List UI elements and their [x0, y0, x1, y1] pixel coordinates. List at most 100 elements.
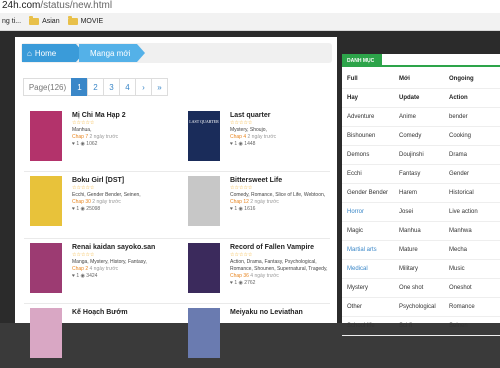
category-link-school-life[interactable]: School life — [347, 323, 375, 329]
rating-stars[interactable]: ☆☆☆☆☆ — [72, 185, 182, 192]
manga-title[interactable]: Mị Chi Ma Hạp 2 — [72, 111, 182, 120]
category-link-ongoing[interactable]: Ongoing — [449, 76, 474, 82]
rating-stars[interactable]: ☆☆☆☆☆ — [230, 120, 340, 127]
manga-title[interactable]: Meiyaku no Leviathan — [230, 308, 340, 317]
manga-title[interactable]: Record of Fallen Vampire — [230, 243, 340, 252]
manga-cover[interactable] — [30, 243, 62, 293]
category-link-magic[interactable]: Magic — [347, 228, 363, 234]
category-link-ecchi[interactable]: Ecchi — [347, 171, 362, 177]
page-last[interactable]: » — [151, 78, 168, 96]
manga-chapter: Chap 30 2 ngày trước — [72, 199, 182, 206]
bookmark-asian[interactable]: Asian — [29, 16, 60, 25]
manga-title[interactable]: Renai kaidan sayoko.san — [72, 243, 182, 252]
category-link-mới[interactable]: Mới — [399, 76, 410, 82]
category-link-cooking[interactable]: Cooking — [449, 133, 471, 139]
category-link-gender[interactable]: Gender — [449, 171, 469, 177]
category-link-music[interactable]: Music — [449, 266, 465, 272]
category-link-bishounen[interactable]: Bishounen — [347, 133, 375, 139]
chapter-link[interactable]: Chap 12 — [230, 199, 250, 205]
category-link-josei[interactable]: Josei — [399, 209, 413, 215]
bookmark-movie[interactable]: MOVIE — [67, 16, 103, 25]
manga-cover[interactable]: LAST QUARTER — [188, 111, 220, 161]
page-2[interactable]: 2 — [87, 78, 104, 96]
category-link-manhua[interactable]: Manhua — [399, 228, 421, 234]
category-link-seinen[interactable]: Seinen — [449, 323, 468, 329]
page-4[interactable]: 4 — [119, 78, 136, 96]
bookmark-1[interactable]: ng ti... — [2, 18, 21, 25]
category-link-demons[interactable]: Demons — [347, 152, 369, 158]
category-link-mecha[interactable]: Mecha — [449, 247, 467, 253]
category-link-one-shot[interactable]: One shot — [399, 285, 423, 291]
category-link-historical[interactable]: Historical — [449, 190, 474, 196]
manga-item[interactable]: Mị Chi Ma Hạp 2 ☆☆☆☆☆ Manhua, Chap 7 2 ngày… — [30, 111, 182, 171]
rating-stars[interactable]: ☆☆☆☆☆ — [72, 252, 182, 259]
category-link-mystery[interactable]: Mystery — [347, 285, 368, 291]
views-count: ◉ 3424 — [80, 273, 98, 279]
manga-item[interactable]: Bittersweet Life ☆☆☆☆☆ Comedy, Romance, Sl… — [188, 176, 340, 236]
manga-title[interactable]: Bittersweet Life — [230, 176, 340, 185]
category-link-romance[interactable]: Romance — [449, 304, 475, 310]
manga-cover[interactable] — [188, 308, 220, 358]
category-link-update[interactable]: Update — [399, 95, 419, 101]
category-link-harem[interactable]: Harem — [399, 190, 417, 196]
manga-genres: Mystery, Shoujo, — [230, 127, 267, 133]
manga-item[interactable]: Boku Girl [DST] ☆☆☆☆☆ Ecchi, Gender Bender… — [30, 176, 182, 236]
category-link-fantasy[interactable]: Fantasy — [399, 171, 420, 177]
category-link-live-action[interactable]: Live action — [449, 209, 478, 215]
rating-stars[interactable]: ☆☆☆☆☆ — [72, 120, 182, 127]
manga-genres: Action, Drama, Fantasy, Psychological, R… — [230, 259, 328, 272]
likes-count: ♥ 1 — [230, 206, 239, 212]
chapter-link[interactable]: Chap 4 — [230, 134, 248, 140]
category-link-comedy[interactable]: Comedy — [399, 133, 421, 139]
category-link-anime[interactable]: Anime — [399, 114, 416, 120]
manga-item[interactable]: LAST QUARTER Last quarter ☆☆☆☆☆ Mystery, Sh… — [188, 111, 340, 171]
manga-genres: Manga, Mystery, History, Fantasy, — [72, 259, 147, 265]
manga-cover[interactable] — [30, 308, 62, 358]
category-row: Mystery One shot Oneshot — [342, 279, 500, 298]
chapter-link[interactable]: Chap 7 — [72, 134, 90, 140]
category-link-medical[interactable]: Medical — [347, 266, 368, 272]
manga-cover[interactable] — [30, 176, 62, 226]
category-link-manhwa[interactable]: Manhwa — [449, 228, 472, 234]
manga-item[interactable]: Kế Hoạch Bướm — [30, 308, 182, 368]
chapter-link[interactable]: Chap 36 — [230, 273, 250, 279]
page-next[interactable]: › — [135, 78, 152, 96]
category-link-psychological[interactable]: Psychological — [399, 304, 436, 310]
category-link-horror[interactable]: Horror — [347, 209, 364, 215]
manga-item[interactable]: Record of Fallen Vampire ☆☆☆☆☆ Action, Dra… — [188, 243, 340, 303]
page-1[interactable]: 1 — [71, 78, 88, 96]
chapter-link[interactable]: Chap 30 — [72, 199, 92, 205]
category-link-gender-bender[interactable]: Gender Bender — [347, 190, 388, 196]
manga-cover[interactable] — [188, 243, 220, 293]
manga-title[interactable]: Kế Hoạch Bướm — [72, 308, 182, 317]
chapter-date: 2 ngày trước — [247, 134, 277, 140]
rating-stars[interactable]: ☆☆☆☆☆ — [230, 252, 340, 259]
breadcrumb: ⌂ Home Manga mới — [21, 43, 332, 63]
chapter-link[interactable]: Chap 2 — [72, 266, 90, 272]
category-link-martial-arts[interactable]: Martial arts — [347, 247, 377, 253]
category-link-action[interactable]: Action — [449, 95, 468, 101]
category-link-bender[interactable]: bender — [449, 114, 468, 120]
manga-cover[interactable] — [30, 111, 62, 161]
category-link-adventure[interactable]: Adventure — [347, 114, 374, 120]
page-3[interactable]: 3 — [103, 78, 120, 96]
breadcrumb-current[interactable]: Manga mới — [79, 44, 145, 62]
manga-cover[interactable] — [188, 176, 220, 226]
manga-title[interactable]: Boku Girl [DST] — [72, 176, 182, 185]
address-bar[interactable]: 24h.com/status/new.html — [0, 0, 500, 13]
category-link-drama[interactable]: Drama — [449, 152, 467, 158]
category-link-oneshot[interactable]: Oneshot — [449, 285, 472, 291]
breadcrumb-home[interactable]: ⌂ Home — [22, 44, 84, 62]
category-link-full[interactable]: Full — [347, 76, 358, 82]
manga-item[interactable]: Meiyaku no Leviathan — [188, 308, 340, 368]
category-link-sci-fi[interactable]: Sci fi — [399, 323, 412, 329]
category-link-mature[interactable]: Mature — [399, 247, 418, 253]
category-link-other[interactable]: Other — [347, 304, 362, 310]
category-link-hay[interactable]: Hay — [347, 95, 358, 101]
manga-item[interactable]: Renai kaidan sayoko.san ☆☆☆☆☆ Manga, Myste… — [30, 243, 182, 303]
rating-stars[interactable]: ☆☆☆☆☆ — [230, 185, 340, 192]
category-link-military[interactable]: Military — [399, 266, 418, 272]
url-path: /status/new.html — [40, 0, 113, 11]
manga-title[interactable]: Last quarter — [230, 111, 340, 120]
category-link-doujinshi[interactable]: Doujinshi — [399, 152, 424, 158]
